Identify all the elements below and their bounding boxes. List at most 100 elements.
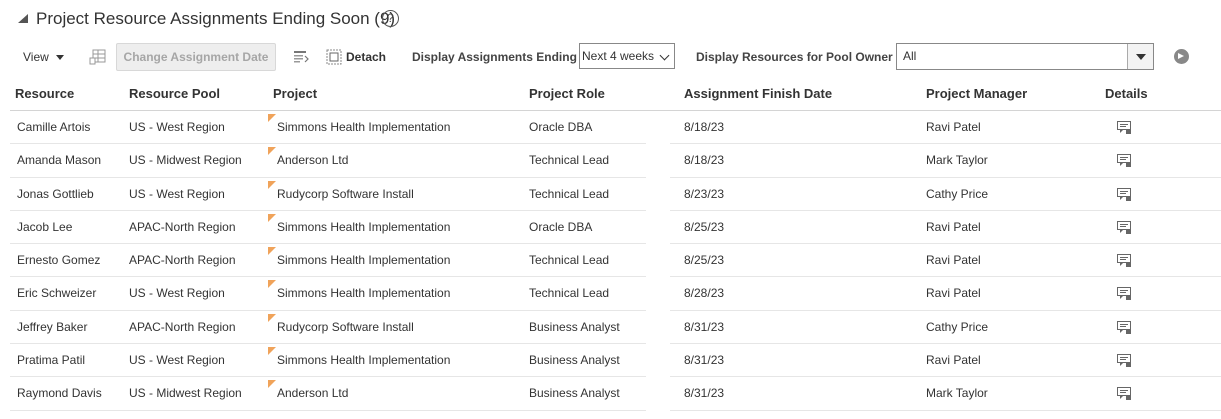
cell-project-role: Business Analyst (529, 386, 620, 401)
cell-finish-date: 8/23/23 (684, 186, 725, 201)
cell-resource-pool: APAC-North Region (129, 319, 236, 334)
details-icon[interactable] (1117, 220, 1131, 234)
cell-project[interactable]: Anderson Ltd (277, 377, 348, 410)
note-indicator-icon (268, 347, 276, 356)
note-indicator-icon (268, 147, 276, 156)
cell-project[interactable]: Rudycorp Software Install (277, 311, 414, 344)
cell-project-role: Technical Lead (529, 253, 610, 268)
column-header-project-manager[interactable]: Project Manager (926, 77, 1027, 110)
column-header-project[interactable]: Project (273, 77, 317, 110)
cell-resource[interactable]: Raymond Davis (17, 377, 102, 410)
assignments-ending-select[interactable]: Next 4 weeks (579, 43, 675, 69)
cell-resource[interactable]: Jonas Gottlieb (17, 178, 94, 211)
cell-resource-pool: APAC-North Region (129, 219, 236, 234)
cell-project-manager: Ravi Patel (926, 120, 981, 134)
wrap-columns-icon[interactable] (292, 48, 310, 66)
cell-project[interactable]: Simmons Health Implementation (277, 277, 450, 310)
cell-project[interactable]: Rudycorp Software Install (277, 178, 414, 211)
cell-resource[interactable]: Jacob Lee (17, 211, 72, 244)
cell-project[interactable]: Simmons Health Implementation (277, 344, 450, 377)
details-icon[interactable] (1117, 254, 1131, 268)
table-body: Camille Artois US - West Region Simmons He… (10, 111, 1221, 411)
cell-project-role: Business Analyst (529, 353, 620, 368)
cell-project[interactable]: Simmons Health Implementation (277, 211, 450, 244)
cell-project[interactable]: Simmons Health Implementation (277, 244, 450, 277)
cell-project-manager: Cathy Price (926, 186, 989, 201)
cell-project-manager: Mark Taylor (926, 386, 988, 401)
note-indicator-icon (268, 114, 276, 122)
details-icon[interactable] (1117, 320, 1131, 334)
details-icon[interactable] (1117, 387, 1131, 401)
cell-resource-pool: US - West Region (129, 353, 225, 368)
column-header-resource-pool[interactable]: Resource Pool (129, 77, 220, 110)
table-row[interactable]: Jonas Gottlieb US - West Region Rudycorp S… (10, 178, 1221, 211)
table-row[interactable]: Ernesto Gomez APAC-North Region Simmons He… (10, 244, 1221, 278)
chevron-down-icon (55, 55, 64, 61)
view-menu[interactable]: View (23, 42, 64, 72)
chevron-down-icon (659, 50, 670, 61)
cell-resource-pool: US - Midwest Region (129, 153, 242, 168)
cell-project-role: Technical Lead (529, 186, 610, 201)
help-icon[interactable]: ? (382, 10, 399, 27)
change-assignment-date-button[interactable]: Change Assignment Date (116, 43, 276, 71)
cell-finish-date: 8/31/23 (684, 353, 725, 368)
row-divider (10, 409, 646, 411)
region-header: Project Resource Assignments Ending Soon… (0, 0, 1221, 38)
table-row[interactable]: Eric Schweizer US - West Region Simmons He… (10, 277, 1221, 311)
details-icon[interactable] (1117, 121, 1131, 134)
table-row[interactable]: Camille Artois US - West Region Simmons He… (10, 111, 1221, 145)
table-row[interactable]: Amanda Mason US - Midwest Region Anderson … (10, 144, 1221, 178)
details-icon[interactable] (1117, 287, 1131, 301)
cell-project-manager: Cathy Price (926, 319, 989, 334)
cell-resource-pool: APAC-North Region (129, 253, 236, 268)
cell-resource-pool: US - West Region (129, 120, 225, 134)
cell-finish-date: 8/28/23 (684, 286, 725, 301)
go-arrow-icon[interactable] (1174, 49, 1189, 64)
details-icon[interactable] (1117, 187, 1131, 201)
note-indicator-icon (268, 247, 276, 256)
cell-resource-pool: US - Midwest Region (129, 386, 242, 401)
freeze-columns-icon[interactable] (89, 48, 107, 66)
cell-resource[interactable]: Camille Artois (17, 111, 90, 144)
note-indicator-icon (268, 380, 276, 389)
table-row[interactable]: Pratima Patil US - West Region Simmons Hea… (10, 344, 1221, 378)
cell-project-manager: Ravi Patel (926, 353, 981, 368)
note-indicator-icon (268, 180, 276, 189)
cell-project-role: Oracle DBA (529, 120, 593, 134)
cell-finish-date: 8/18/23 (684, 153, 725, 168)
details-icon[interactable] (1117, 154, 1131, 168)
toolbar: View Change Assignment Date Detach Displ… (0, 42, 1221, 72)
column-header-project-role[interactable]: Project Role (529, 77, 605, 110)
assignments-ending-label: Display Assignments Ending (412, 50, 577, 64)
pool-owner-value: All (903, 49, 917, 63)
cell-project[interactable]: Anderson Ltd (277, 144, 348, 177)
details-icon[interactable] (1117, 354, 1131, 368)
pool-owner-combobox[interactable]: All (896, 43, 1154, 70)
cell-resource[interactable]: Eric Schweizer (17, 277, 96, 310)
pool-owner-dropdown-button[interactable] (1127, 44, 1153, 69)
detach-button[interactable]: Detach (346, 42, 386, 72)
collapse-triangle-icon[interactable] (18, 14, 28, 23)
table-row[interactable]: Raymond Davis US - Midwest Region Anderson… (10, 377, 1221, 411)
cell-resource-pool: US - West Region (129, 286, 225, 301)
table-row[interactable]: Jeffrey Baker APAC-North Region Rudycorp S… (10, 311, 1221, 345)
cell-finish-date: 8/25/23 (684, 253, 725, 268)
column-header-finish-date[interactable]: Assignment Finish Date (684, 77, 832, 110)
cell-project-manager: Ravi Patel (926, 286, 981, 301)
cell-project-manager: Ravi Patel (926, 219, 981, 234)
note-indicator-icon (268, 313, 276, 322)
cell-resource[interactable]: Ernesto Gomez (17, 244, 100, 277)
cell-resource[interactable]: Pratima Patil (17, 344, 85, 377)
detach-icon[interactable] (325, 48, 343, 66)
cell-resource[interactable]: Jeffrey Baker (17, 311, 87, 344)
column-header-details[interactable]: Details (1105, 77, 1148, 110)
cell-project[interactable]: Simmons Health Implementation (277, 111, 450, 144)
cell-resource-pool: US - West Region (129, 186, 225, 201)
table-row[interactable]: Jacob Lee APAC-North Region Simmons Health… (10, 211, 1221, 245)
cell-project-role: Business Analyst (529, 319, 620, 334)
cell-resource[interactable]: Amanda Mason (17, 144, 101, 177)
cell-project-manager: Ravi Patel (926, 253, 981, 268)
assignments-ending-value: Next 4 weeks (582, 49, 655, 63)
cell-finish-date: 8/18/23 (684, 120, 725, 134)
column-header-resource[interactable]: Resource (15, 77, 74, 110)
